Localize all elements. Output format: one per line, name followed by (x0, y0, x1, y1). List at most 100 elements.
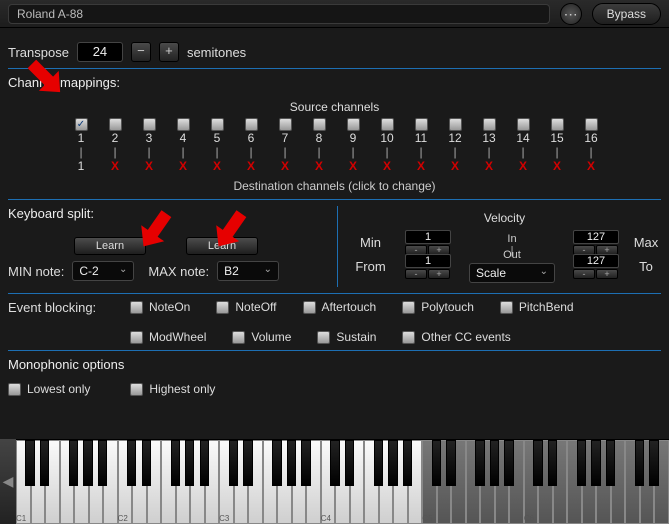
black-key[interactable] (504, 440, 513, 486)
black-key[interactable] (229, 440, 238, 486)
destination-channel[interactable]: X (179, 159, 187, 173)
destination-channel[interactable]: 1 (78, 159, 85, 173)
source-channel-checkbox[interactable] (245, 118, 258, 131)
destination-channel[interactable]: X (553, 159, 561, 173)
source-channel-checkbox[interactable] (143, 118, 156, 131)
event-block-checkbox[interactable] (402, 331, 415, 344)
lowest-only-checkbox[interactable] (8, 383, 21, 396)
divider (8, 68, 661, 69)
black-key[interactable] (649, 440, 658, 486)
virtual-keyboard[interactable]: C1C2C3C4C5C6 (16, 439, 669, 524)
black-key[interactable] (591, 440, 600, 486)
source-channel-checkbox[interactable] (551, 118, 564, 131)
destination-channel[interactable]: X (587, 159, 595, 173)
black-key[interactable] (40, 440, 49, 486)
learn-min-button[interactable]: Learn (74, 237, 146, 255)
learn-max-button[interactable]: Learn (186, 237, 258, 255)
black-key[interactable] (127, 440, 136, 486)
source-channel-checkbox[interactable] (109, 118, 122, 131)
event-block-checkbox[interactable] (303, 301, 316, 314)
transpose-increment[interactable]: + (159, 42, 179, 62)
source-channel-checkbox[interactable] (211, 118, 224, 131)
source-channel-checkbox[interactable] (347, 118, 360, 131)
black-key[interactable] (25, 440, 34, 486)
source-channel-checkbox[interactable]: ✓ (75, 118, 88, 131)
event-block-checkbox[interactable] (500, 301, 513, 314)
event-block-checkbox[interactable] (130, 301, 143, 314)
source-channel-number: 10 (380, 131, 393, 145)
destination-channel[interactable]: X (519, 159, 527, 173)
highest-only-checkbox[interactable] (130, 383, 143, 396)
black-key[interactable] (403, 440, 412, 486)
velocity-min-stepper[interactable]: 1 -+ (405, 230, 451, 255)
transpose-value[interactable]: 24 (77, 42, 123, 62)
keyboard-scroll-left[interactable]: ◀ (0, 439, 16, 524)
black-key[interactable] (533, 440, 542, 486)
velocity-mode-select[interactable]: Scale (469, 263, 555, 283)
black-key[interactable] (200, 440, 209, 486)
source-channel-checkbox[interactable] (449, 118, 462, 131)
velocity-from-stepper[interactable]: 1 -+ (405, 254, 451, 279)
black-key[interactable] (577, 440, 586, 486)
black-key[interactable] (142, 440, 151, 486)
black-key[interactable] (185, 440, 194, 486)
source-channel-checkbox[interactable] (483, 118, 496, 131)
event-block-checkbox[interactable] (402, 301, 415, 314)
source-channel-checkbox[interactable] (415, 118, 428, 131)
black-key[interactable] (490, 440, 499, 486)
black-key[interactable] (606, 440, 615, 486)
bypass-button[interactable]: Bypass (592, 3, 661, 25)
source-channel-number: 14 (516, 131, 529, 145)
destination-channel[interactable]: X (485, 159, 493, 173)
black-key[interactable] (388, 440, 397, 486)
min-note-select[interactable]: C-2 (72, 261, 134, 281)
transpose-label: Transpose (8, 45, 69, 60)
black-key[interactable] (330, 440, 339, 486)
black-key[interactable] (301, 440, 310, 486)
mapping-bar: | (419, 145, 422, 159)
destination-channel[interactable]: X (417, 159, 425, 173)
destination-channel[interactable]: X (451, 159, 459, 173)
destination-channel[interactable]: X (145, 159, 153, 173)
event-block-label: NoteOff (235, 300, 276, 314)
transpose-decrement[interactable]: − (131, 42, 151, 62)
destination-channel[interactable]: X (281, 159, 289, 173)
black-key[interactable] (83, 440, 92, 486)
mapping-bar: | (385, 145, 388, 159)
destination-channel[interactable]: X (111, 159, 119, 173)
black-key[interactable] (635, 440, 644, 486)
device-title[interactable]: Roland A-88 (8, 4, 550, 24)
destination-channel[interactable]: X (383, 159, 391, 173)
black-key[interactable] (345, 440, 354, 486)
source-channel-checkbox[interactable] (177, 118, 190, 131)
black-key[interactable] (446, 440, 455, 486)
black-key[interactable] (98, 440, 107, 486)
black-key[interactable] (475, 440, 484, 486)
source-channel-checkbox[interactable] (585, 118, 598, 131)
source-channel-checkbox[interactable] (279, 118, 292, 131)
destination-channel[interactable]: X (213, 159, 221, 173)
destination-channel[interactable]: X (247, 159, 255, 173)
source-channel-checkbox[interactable] (517, 118, 530, 131)
event-block-checkbox[interactable] (317, 331, 330, 344)
black-key[interactable] (374, 440, 383, 486)
black-key[interactable] (243, 440, 252, 486)
destination-channel[interactable]: X (315, 159, 323, 173)
black-key[interactable] (548, 440, 557, 486)
black-key[interactable] (69, 440, 78, 486)
black-key[interactable] (171, 440, 180, 486)
event-block-checkbox[interactable] (130, 331, 143, 344)
source-channel-checkbox[interactable] (381, 118, 394, 131)
velocity-max-stepper[interactable]: 127 -+ (573, 230, 619, 255)
more-icon[interactable]: ⋯ (560, 3, 582, 25)
max-note-select[interactable]: B2 (217, 261, 279, 281)
velocity-to-stepper[interactable]: 127 -+ (573, 254, 619, 279)
source-channel-checkbox[interactable] (313, 118, 326, 131)
event-block-checkbox[interactable] (232, 331, 245, 344)
event-block-checkbox[interactable] (216, 301, 229, 314)
black-key[interactable] (432, 440, 441, 486)
destination-channel[interactable]: X (349, 159, 357, 173)
black-key[interactable] (272, 440, 281, 486)
mapping-bar: | (351, 145, 354, 159)
black-key[interactable] (287, 440, 296, 486)
